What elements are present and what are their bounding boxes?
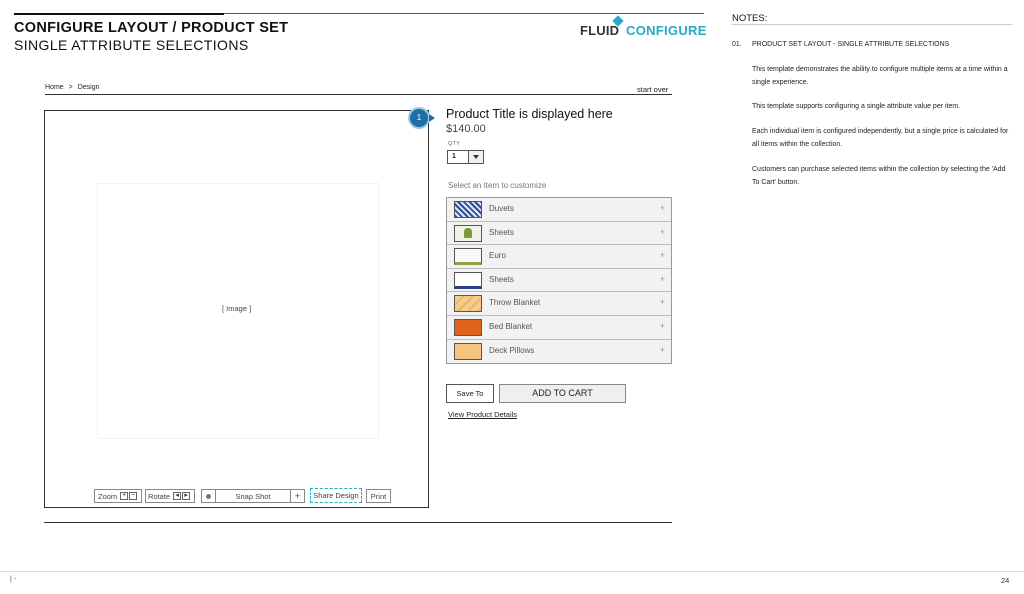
expand-plus-icon[interactable]: + (660, 227, 665, 237)
qty-value: 1 (452, 153, 456, 160)
expand-plus-icon[interactable]: + (660, 250, 665, 260)
notes-divider (732, 24, 1012, 25)
start-over-link[interactable]: start over (637, 85, 668, 94)
breadcrumb-separator-icon: > (68, 84, 73, 91)
breadcrumb-divider (45, 94, 672, 95)
item-list: Duvets + Sheets + Euro + Sheets + Throw … (446, 197, 672, 365)
page-subtitle: SINGLE ATTRIBUTE SELECTIONS (14, 37, 249, 53)
expand-plus-icon[interactable]: + (660, 297, 665, 307)
notes-title: NOTES: (732, 13, 768, 24)
expand-plus-icon[interactable]: + (660, 274, 665, 284)
fluid-configure-logo: FLUID CONFIGURE (580, 15, 707, 42)
expand-plus-icon[interactable]: + (660, 321, 665, 331)
page-title: CONFIGURE LAYOUT / PRODUCT SET (14, 20, 289, 36)
item-thumbnail (454, 224, 482, 242)
zoom-label: Zoom (98, 491, 118, 501)
item-row-sheets-2[interactable]: Sheets + (447, 268, 671, 293)
camera-icon (202, 490, 216, 502)
rotate-control: Rotate ◂ ▸ (145, 489, 195, 503)
notes-number: 01. (732, 41, 742, 48)
item-thumbnail (454, 248, 482, 266)
chevron-down-icon (468, 151, 483, 163)
logo-text-configure: CONFIGURE (626, 23, 707, 38)
item-label: Sheets (489, 227, 514, 237)
notes-paragraph: Each individual item is configured indep… (752, 128, 1009, 148)
item-label: Throw Blanket (489, 298, 541, 308)
product-price: $140.00 (446, 123, 486, 135)
qty-select[interactable]: 1 (447, 150, 484, 164)
select-item-prompt: Select an Item to customize (448, 181, 547, 190)
snapshot-add-icon[interactable]: + (290, 490, 304, 502)
content-bottom-divider (44, 522, 672, 523)
print-button[interactable]: Print (366, 489, 391, 503)
breadcrumb-home-link[interactable]: Home (45, 84, 64, 91)
image-placeholder: [ Image ] (222, 304, 252, 313)
item-label: Sheets (489, 274, 514, 284)
notes-heading: PRODUCT SET LAYOUT - SINGLE ATTRIBUTE SE… (752, 41, 950, 48)
item-row-duvets[interactable]: Duvets + (447, 198, 671, 222)
item-thumbnail (454, 342, 482, 360)
zoom-out-icon[interactable]: − (129, 492, 138, 500)
item-label: Deck Pillows (489, 345, 535, 355)
logo-text-fluid: FLUID (580, 23, 620, 38)
save-to-button[interactable]: Save To (446, 384, 494, 403)
snapshot-button[interactable]: Snap Shot + (201, 489, 305, 503)
snapshot-label: Snap Shot (235, 491, 271, 501)
zoom-in-icon[interactable]: + (120, 492, 129, 500)
share-design-button[interactable]: Share Design (310, 488, 362, 503)
notes-paragraph: This template demonstrates the ability t… (752, 66, 1008, 86)
item-row-bed-blanket[interactable]: Bed Blanket + (447, 315, 671, 340)
item-label: Duvets (489, 204, 514, 213)
header-rule-dark (14, 13, 224, 15)
qty-label: QTY (448, 141, 461, 147)
rotate-left-icon[interactable]: ◂ (173, 492, 182, 500)
page-number: 24 (1001, 576, 1010, 585)
footer-marker: | - (10, 576, 17, 583)
item-label: Euro (489, 251, 506, 261)
rotate-label: Rotate (148, 491, 171, 501)
expand-plus-icon[interactable]: + (660, 203, 665, 213)
zoom-control: Zoom + − (94, 489, 142, 503)
callout-arrow-icon (429, 114, 435, 122)
item-label: Bed Blanket (489, 321, 533, 331)
item-thumbnail (454, 295, 482, 313)
product-title: Product Title is displayed here (446, 107, 613, 121)
item-thumbnail (454, 201, 482, 218)
breadcrumb-current: Design (77, 84, 100, 91)
add-to-cart-button[interactable]: ADD TO CART (499, 384, 626, 403)
view-product-details-link[interactable]: View Product Details (448, 410, 517, 419)
footer-divider (0, 571, 1024, 572)
item-thumbnail (454, 271, 482, 289)
rotate-right-icon[interactable]: ▸ (182, 492, 191, 500)
expand-plus-icon[interactable]: + (660, 345, 665, 355)
item-row-throw-blanket[interactable]: Throw Blanket + (447, 292, 671, 316)
item-thumbnail (454, 318, 482, 336)
item-row-sheets[interactable]: Sheets + (447, 221, 671, 246)
callout-badge: 1 (408, 107, 430, 129)
item-row-euro[interactable]: Euro + (447, 245, 671, 269)
notes-paragraph: Customers can purchase selected items wi… (752, 166, 1006, 186)
notes-paragraph: This template supports configuring a sin… (752, 103, 961, 110)
breadcrumb: Home > Design (45, 84, 102, 91)
header-rule-light (224, 13, 704, 14)
item-row-deck-pillows[interactable]: Deck Pillows + (447, 339, 671, 364)
